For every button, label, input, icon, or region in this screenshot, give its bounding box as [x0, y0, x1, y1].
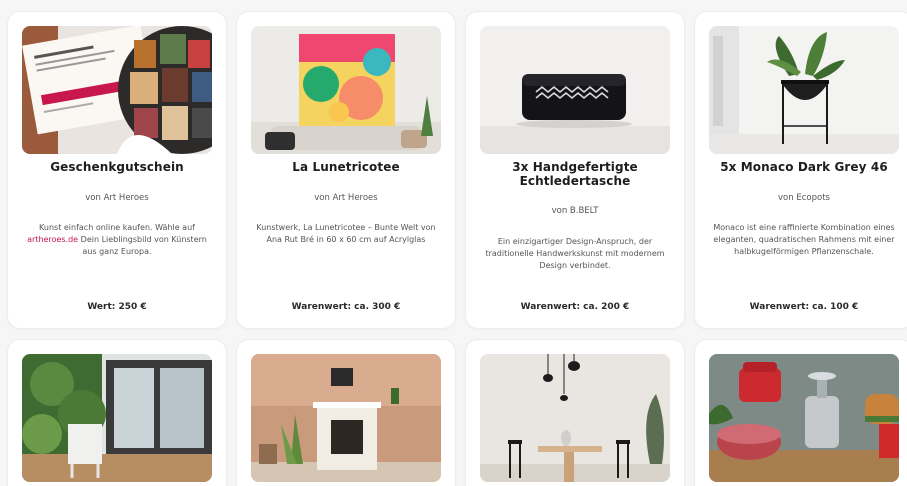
product-image[interactable]: [709, 26, 899, 154]
product-title[interactable]: 3x Handgefertigte Echtledertasche: [480, 160, 670, 188]
product-image[interactable]: [22, 26, 212, 154]
product-title[interactable]: 5x Monaco Dark Grey 46: [709, 160, 899, 174]
product-description: Ein einzigartiger Design-Anspruch, der t…: [485, 237, 665, 270]
product-card[interactable]: [237, 340, 455, 486]
product-value: Warenwert: ca. 200 €: [520, 302, 630, 312]
product-card-la-lunetricotee[interactable]: La Lunetricotee von Art Heroes Kunstwerk…: [237, 12, 455, 328]
product-image[interactable]: [22, 354, 212, 482]
product-grid: Geschenkgutschein von Art Heroes Kunst e…: [0, 0, 907, 486]
product-card[interactable]: [695, 340, 907, 486]
product-card-gift-voucher[interactable]: Geschenkgutschein von Art Heroes Kunst e…: [8, 12, 226, 328]
product-vendor: von Art Heroes: [314, 193, 378, 203]
product-image[interactable]: [480, 26, 670, 154]
product-description: Kunstwerk, La Lunetricotee – Bunte Welt …: [256, 223, 436, 244]
product-vendor: von B.BELT: [551, 206, 599, 216]
product-description: Monaco ist eine raffinierte Kombination …: [713, 223, 895, 256]
product-title[interactable]: La Lunetricotee: [251, 160, 441, 174]
product-image[interactable]: [251, 354, 441, 482]
product-image[interactable]: [709, 354, 899, 482]
product-card[interactable]: [466, 340, 684, 486]
product-description: Kunst einfach online kaufen. Wähle auf a…: [26, 222, 208, 258]
product-vendor: von Art Heroes: [85, 193, 149, 203]
description-text: Kunst einfach online kaufen. Wähle auf: [39, 223, 195, 232]
product-card-monaco-dark-grey[interactable]: 5x Monaco Dark Grey 46 von Ecopots Monac…: [695, 12, 907, 328]
description-text: Dein Lieblingsbild von Künstern aus ganz…: [78, 235, 207, 256]
artheroes-link[interactable]: artheroes.de: [27, 235, 78, 244]
product-vendor: von Ecopots: [778, 193, 830, 203]
product-value: Wert: 250 €: [87, 302, 147, 312]
product-image[interactable]: [251, 26, 441, 154]
product-card-leather-bag[interactable]: 3x Handgefertigte Echtledertasche von B.…: [466, 12, 684, 328]
product-value: Warenwert: ca. 100 €: [749, 302, 859, 312]
product-card[interactable]: [8, 340, 226, 486]
product-value: Warenwert: ca. 300 €: [291, 302, 401, 312]
product-title[interactable]: Geschenkgutschein: [22, 160, 212, 174]
product-image[interactable]: [480, 354, 670, 482]
